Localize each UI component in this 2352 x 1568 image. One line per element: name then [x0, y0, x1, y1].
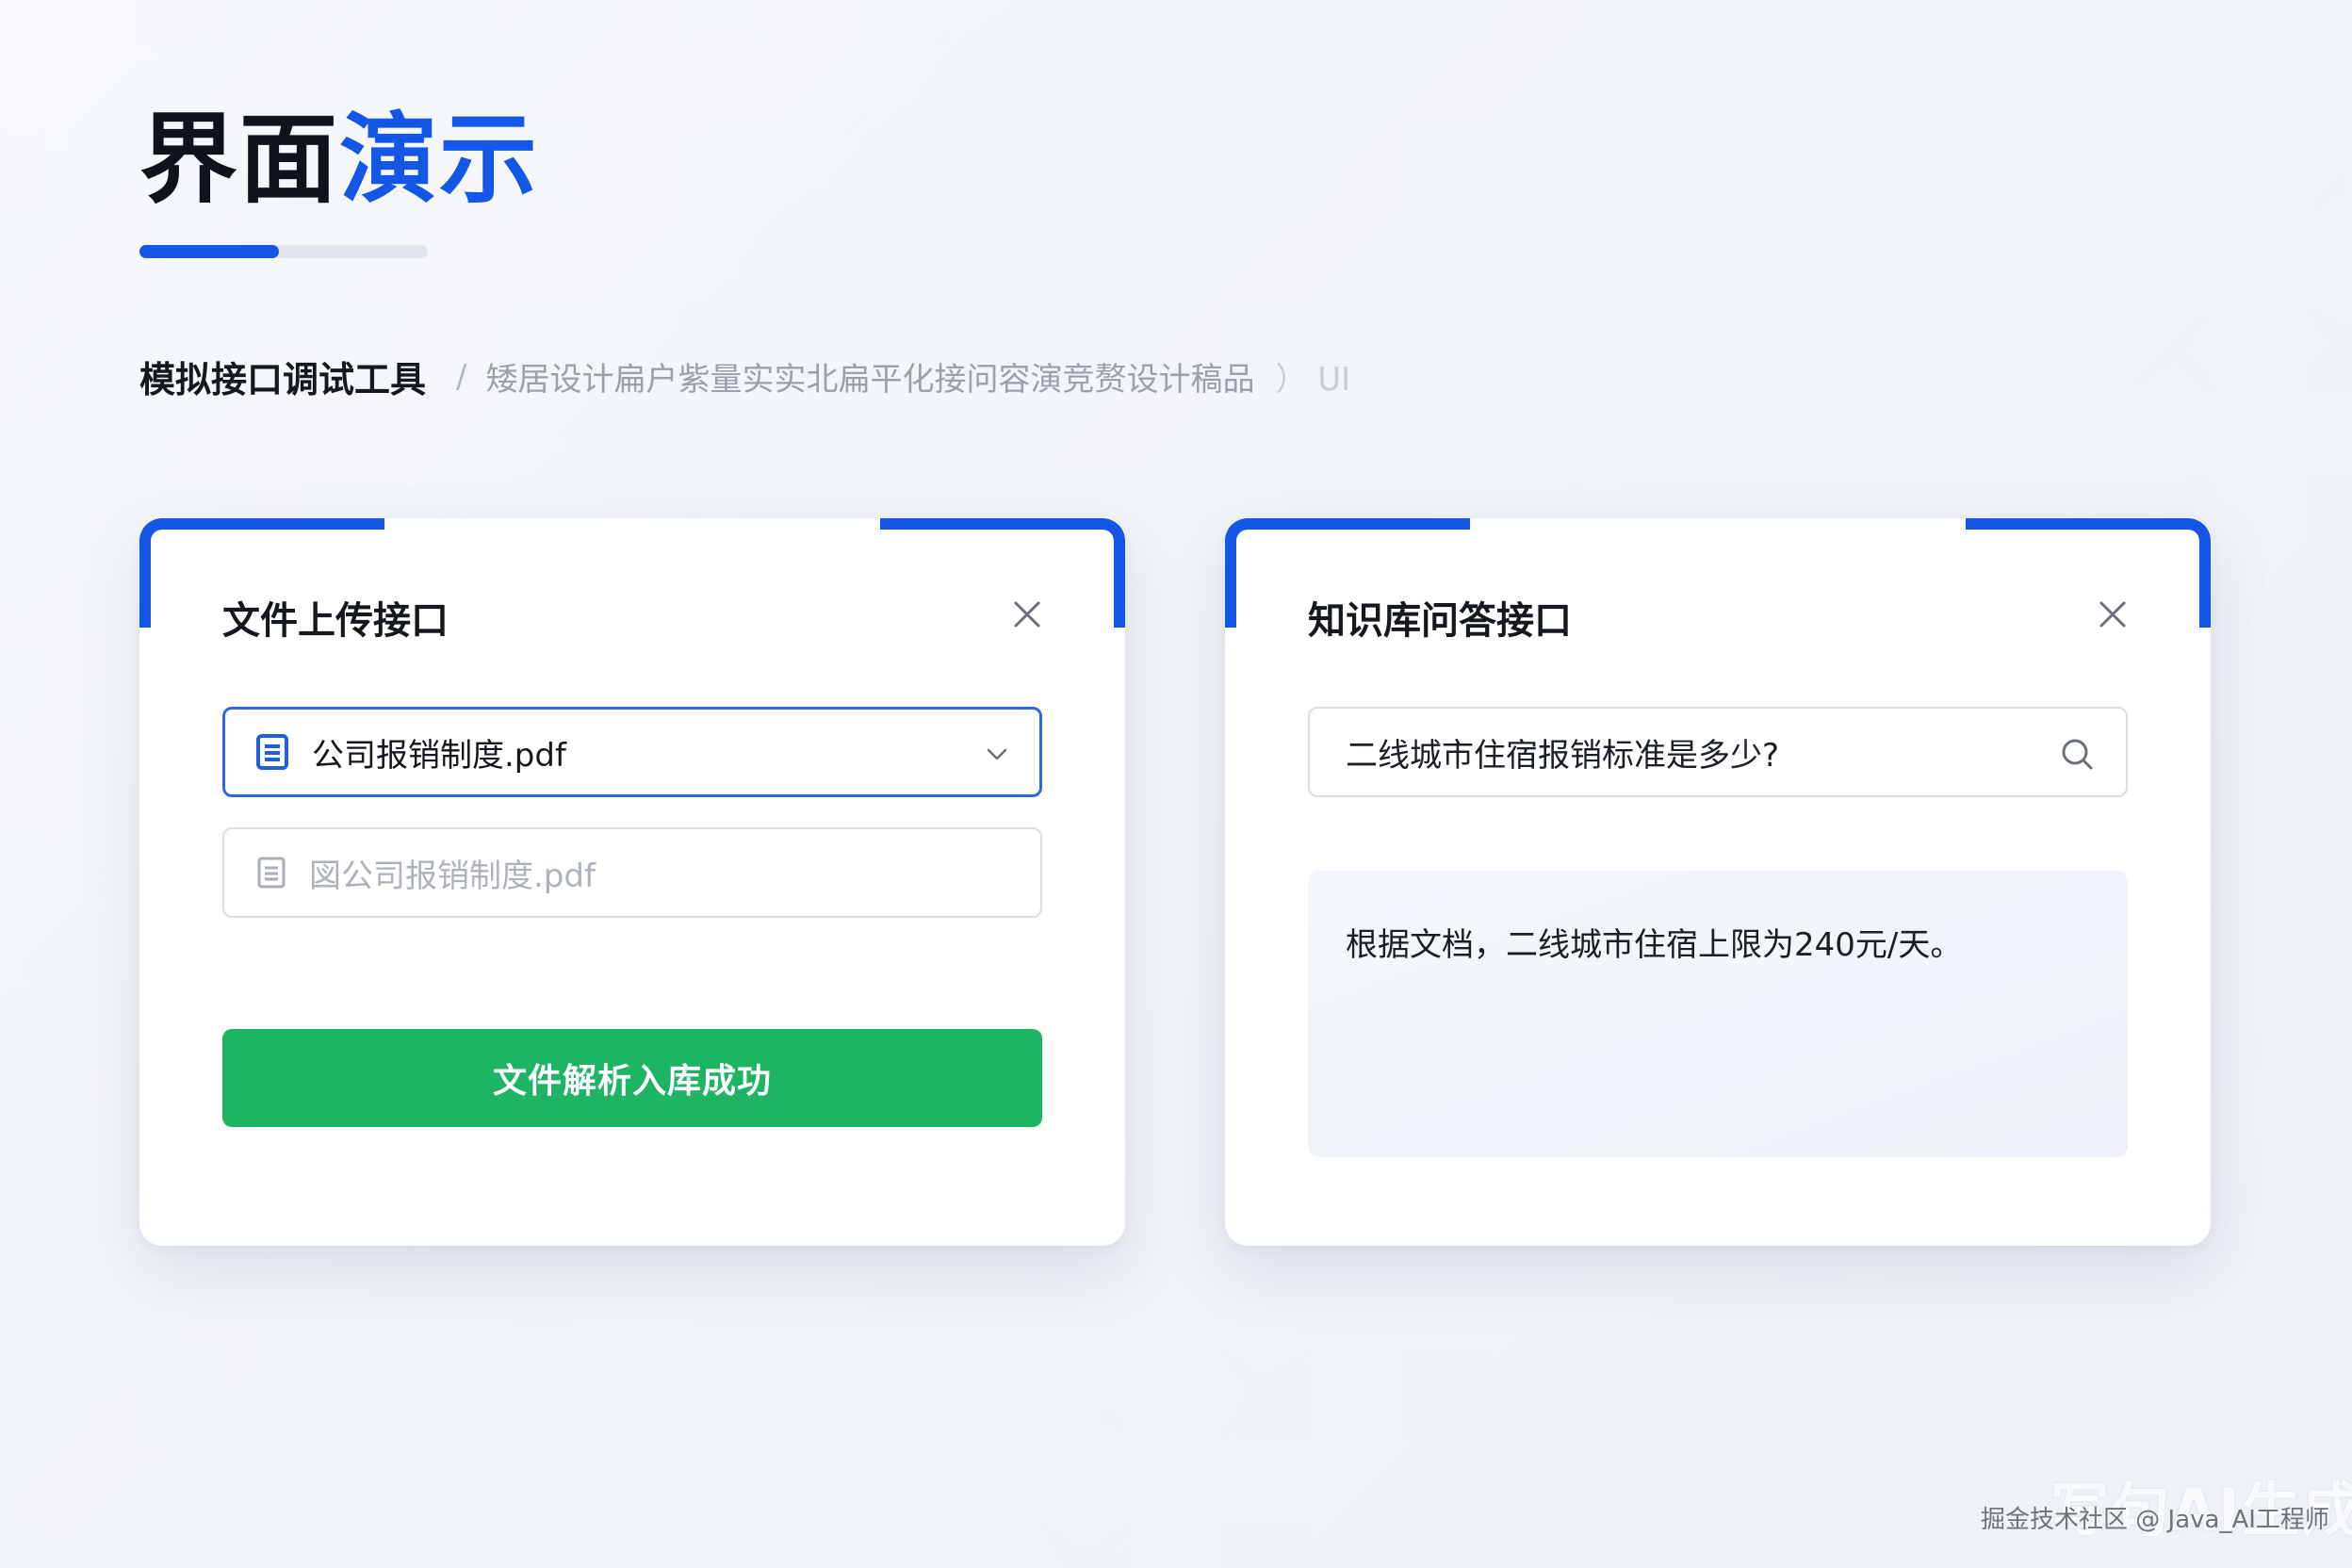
upload-card-close-button[interactable] [1008, 596, 1046, 633]
qa-card-close-button[interactable] [2094, 596, 2132, 633]
answer-text: 根据文档，二线城市住宿上限为240元/天。 [1346, 926, 1963, 964]
title-underline [139, 245, 428, 258]
upload-card-title: 文件上传接口 [222, 599, 449, 643]
file-placeholder-field[interactable]: 図公司报销制度.pdf [222, 827, 1042, 918]
parse-success-button[interactable]: 文件解析入库成功 [222, 1029, 1042, 1127]
watermark-credit: 掘金技术社区 @ Java_AI工程师 [1981, 1506, 2329, 1534]
qa-card-title: 知识库问答接口 [1308, 599, 1572, 643]
subtitle-row: 模拟接口调试工具 / 矮居设计扁户紫量实实北扁平化接问容演竞赘设计稿品 ） UI [139, 351, 1350, 402]
document-icon [255, 733, 289, 771]
upload-card: 文件上传接口 公司报销制度.pdf 図公司报销制度.pdf 文件解析入库成功 [139, 518, 1125, 1246]
subtitle-tail: ） UI [1275, 361, 1351, 399]
subtitle-main: 模拟接口调试工具 [139, 359, 427, 400]
question-input[interactable] [1346, 733, 2024, 771]
search-icon [2062, 739, 2093, 770]
selected-file-name: 公司报销制度.pdf [312, 736, 566, 775]
title-underline-accent [139, 245, 279, 258]
placeholder-file-name: 図公司报销制度.pdf [309, 857, 596, 895]
file-select-dropdown[interactable]: 公司报销制度.pdf [222, 707, 1042, 797]
chevron-down-icon [983, 740, 1011, 768]
page-title-part-1: 界面 [139, 102, 340, 217]
page-title: 界面演示 [139, 106, 539, 213]
search-button[interactable] [2058, 735, 2096, 773]
subtitle-description: 矮居设计扁户紫量实实北扁平化接问容演竞赘设计稿品 [485, 361, 1255, 399]
answer-panel: 根据文档，二线城市住宿上限为240元/天。 [1308, 871, 2128, 1157]
close-icon [2099, 601, 2126, 628]
card-corner-accent-right [880, 518, 1125, 628]
qa-card: 知识库问答接口 根据文档，二线城市住宿上限为240元/天。 [1225, 518, 2211, 1246]
page-title-part-2: 演示 [339, 102, 540, 217]
close-icon [1014, 601, 1040, 628]
subtitle-separator: / [456, 357, 467, 396]
document-icon [256, 856, 286, 890]
card-corner-accent-right [1966, 518, 2211, 628]
question-search-box [1308, 707, 2128, 797]
